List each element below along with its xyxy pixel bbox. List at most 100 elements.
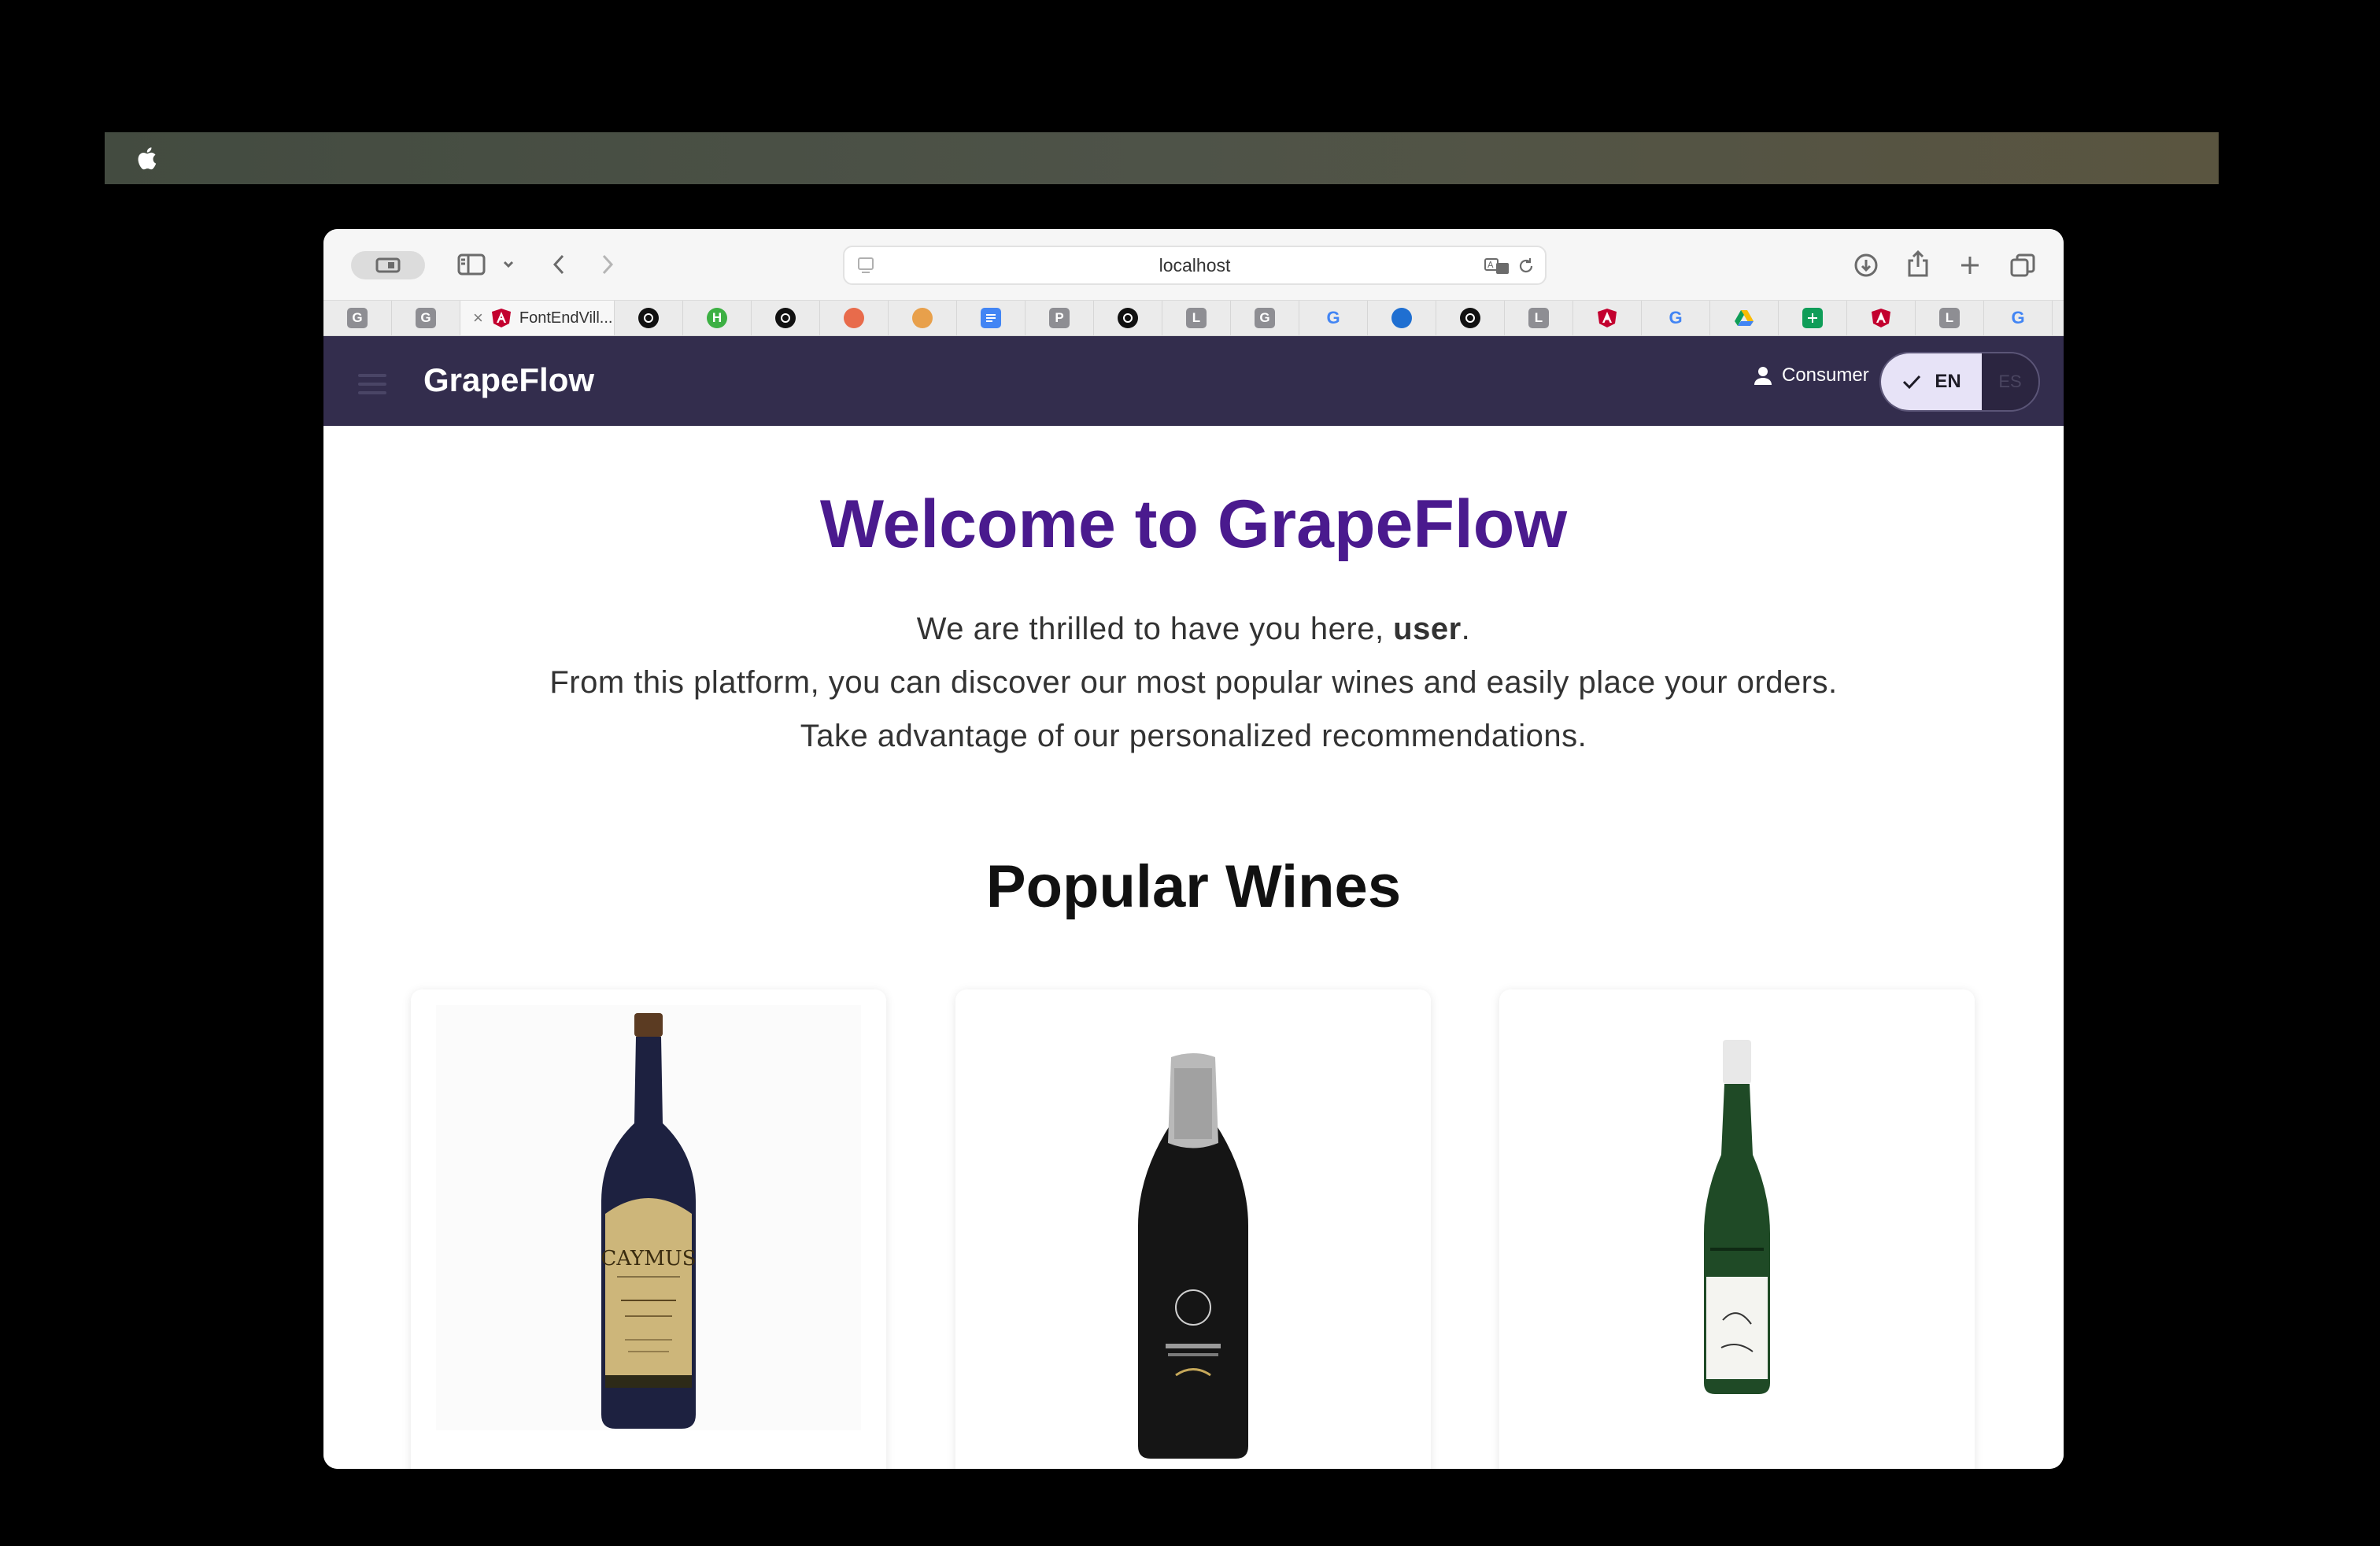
downloads-button[interactable] <box>1852 251 1880 279</box>
openai-icon <box>1460 308 1480 328</box>
tab-title: FontEndVill... <box>519 309 613 327</box>
browser-tab[interactable]: G <box>1984 301 2053 335</box>
intro-line-2: From this platform, you can discover our… <box>549 665 1838 700</box>
browser-tab[interactable] <box>1573 301 1642 335</box>
chevron-left-icon <box>552 254 564 275</box>
globe-icon <box>1391 308 1412 328</box>
browser-tab[interactable] <box>1847 301 1916 335</box>
google-icon: G <box>1326 308 1340 327</box>
angular-icon <box>1871 308 1891 328</box>
browser-tab[interactable]: H <box>683 301 752 335</box>
app-header: GrapeFlow Consumer EN ES <box>323 336 2064 426</box>
l-letter-icon: L <box>1186 308 1207 328</box>
browser-window: localhost A G G × FontEndVill... H P L G G L G L G G… <box>323 229 2064 1469</box>
browser-tab[interactable] <box>752 301 820 335</box>
chevron-down-icon <box>503 261 514 268</box>
plus-icon <box>1961 257 1979 274</box>
browser-tab[interactable]: P <box>1026 301 1094 335</box>
browser-tab[interactable] <box>1436 301 1505 335</box>
back-button[interactable] <box>547 251 571 278</box>
chevron-right-icon <box>602 254 614 275</box>
browser-tab[interactable] <box>1710 301 1779 335</box>
reload-icon[interactable] <box>1517 257 1536 276</box>
l-letter-icon: L <box>1939 308 1960 328</box>
browser-toolbar: localhost A <box>323 229 2064 300</box>
github-icon <box>775 308 796 328</box>
browser-tab[interactable] <box>1779 301 1847 335</box>
apple-logo-icon[interactable] <box>136 145 160 172</box>
browser-tab[interactable]: G <box>392 301 460 335</box>
welcome-title: Welcome to GrapeFlow <box>819 486 1568 562</box>
browser-tab[interactable]: L <box>1505 301 1573 335</box>
sidebar-toggle-button[interactable] <box>456 251 487 278</box>
intro-text: We are thrilled to have you here, user. … <box>323 602 2064 763</box>
p-letter-icon: P <box>1049 308 1070 328</box>
macos-menu-bar <box>105 132 2219 184</box>
browser-tab[interactable] <box>615 301 683 335</box>
menu-icon[interactable] <box>358 374 386 394</box>
sidebar-icon <box>457 253 486 276</box>
intro-line-3: Take advantage of our personalized recom… <box>800 719 1587 753</box>
h-icon: H <box>707 308 727 328</box>
tab-bar: G G × FontEndVill... H P L G G L G L G <box>323 300 2064 336</box>
person-icon <box>1754 367 1772 385</box>
app-brand[interactable]: GrapeFlow <box>423 361 594 399</box>
svg-text:A: A <box>1488 260 1494 270</box>
greeting-line: We are thrilled to have you here, user. <box>323 602 2064 656</box>
browser-tab-active[interactable]: × FontEndVill... <box>460 301 615 335</box>
browser-tab[interactable]: G <box>1642 301 1710 335</box>
translate-icon[interactable]: A <box>1484 257 1510 276</box>
lang-option-en[interactable]: EN <box>1881 353 1982 410</box>
wine-card[interactable] <box>955 989 1431 1469</box>
page-settings-icon[interactable] <box>857 257 874 276</box>
google-icon: G <box>2011 308 2025 327</box>
share-button[interactable] <box>1904 248 1932 279</box>
lang-option-es[interactable]: ES <box>1982 353 2038 410</box>
wine-card[interactable]: CAYMUS <box>411 989 886 1469</box>
language-toggle[interactable]: EN ES <box>1879 352 2040 412</box>
home-content: Welcome to GrapeFlow We are thrilled to … <box>323 426 2064 1469</box>
forward-button[interactable] <box>596 251 619 278</box>
browser-tab[interactable] <box>889 301 957 335</box>
browser-tab[interactable]: G <box>1231 301 1299 335</box>
browser-tab[interactable]: G <box>1299 301 1368 335</box>
greeting-suffix: . <box>1461 612 1471 646</box>
popular-wines-title: Popular Wines <box>985 853 1402 920</box>
lang-en-label: EN <box>1935 371 1961 392</box>
greeting-username: user <box>1393 612 1462 646</box>
sparkling-bottle-image[interactable] <box>955 1005 1431 1462</box>
angular-icon <box>1597 308 1617 328</box>
tab-group-button[interactable] <box>351 251 425 279</box>
sheets-icon <box>1802 308 1823 328</box>
browser-tab[interactable] <box>1094 301 1162 335</box>
google-icon: G <box>1669 308 1683 327</box>
tab-group-icon <box>375 257 401 273</box>
github-icon <box>1118 308 1138 328</box>
browser-tab[interactable]: L <box>1916 301 1984 335</box>
browser-tab[interactable]: G <box>323 301 392 335</box>
wine-card[interactable] <box>1499 989 1975 1469</box>
browser-tab[interactable] <box>1368 301 1436 335</box>
browser-tab[interactable] <box>957 301 1026 335</box>
chatgpt-icon <box>638 308 659 328</box>
user-role-indicator[interactable]: Consumer <box>1752 364 1869 386</box>
sidebar-menu-chevron[interactable] <box>501 256 516 273</box>
close-tab-icon[interactable]: × <box>473 308 483 328</box>
browser-tab[interactable]: L <box>1162 301 1231 335</box>
tab-overview-button[interactable] <box>2008 251 2038 279</box>
url-text[interactable]: localhost <box>1159 255 1231 276</box>
g-letter-icon: G <box>416 308 436 328</box>
address-bar[interactable]: localhost A <box>843 246 1547 285</box>
bottle-label-text: CAYMUS <box>601 1247 696 1270</box>
check-icon <box>1903 375 1921 390</box>
chrome-like-icon <box>912 308 933 328</box>
browser-tab[interactable] <box>820 301 889 335</box>
new-tab-button[interactable] <box>1956 251 1984 279</box>
cabernet-bottle-image[interactable]: CAYMUS <box>411 1005 886 1430</box>
drive-icon <box>1734 308 1754 328</box>
chrome-like-icon <box>844 308 864 328</box>
tab-overview-icon <box>2010 253 2035 277</box>
share-icon <box>1908 250 1928 277</box>
riesling-bottle-image[interactable] <box>1499 1005 1975 1399</box>
download-icon <box>1854 253 1878 277</box>
